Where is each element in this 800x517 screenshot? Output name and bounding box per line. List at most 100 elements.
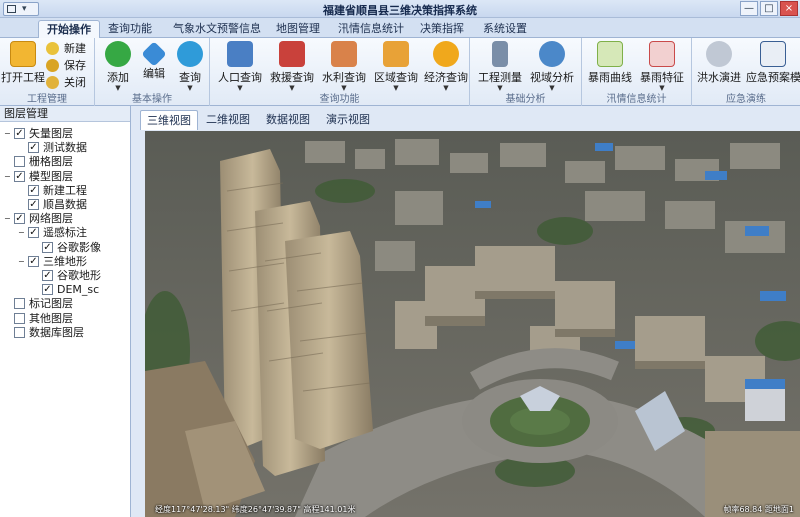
survey-button[interactable]: 工程测量 ▼ xyxy=(476,41,524,92)
rain-feature-button[interactable]: 暴雨特征 ▼ xyxy=(638,41,686,92)
layer-checkbox[interactable]: ✓ xyxy=(14,213,25,225)
window-title: 福建省顺昌县三维决策指挥系统 xyxy=(323,4,477,17)
query-button[interactable]: 查询 ▼ xyxy=(167,41,213,92)
add-icon xyxy=(105,41,131,67)
tab-data-view[interactable]: 数据视图 xyxy=(260,110,316,130)
layer-label: 模型图层 xyxy=(29,169,73,183)
line-chart-icon xyxy=(597,41,623,67)
tab-demo-view[interactable]: 演示视图 xyxy=(320,110,376,130)
yen-coin-icon xyxy=(433,41,459,67)
close-button[interactable]: × xyxy=(780,1,798,16)
view-tabs: 三维视图 二维视图 数据视图 演示视图 xyxy=(136,108,800,130)
layer-checkbox[interactable] xyxy=(14,156,25,168)
water-query-button[interactable]: 水利查询 ▼ xyxy=(320,41,368,92)
tab-3d-view[interactable]: 三维视图 xyxy=(140,110,198,130)
population-query-button[interactable]: 人口查询 ▼ xyxy=(216,41,264,92)
eye-icon xyxy=(539,41,565,67)
layer-label: 测试数据 xyxy=(43,141,87,155)
layer-label: 标记图层 xyxy=(29,297,73,311)
layer-checkbox[interactable] xyxy=(14,326,25,338)
document-icon xyxy=(760,41,786,67)
layer-checkbox[interactable]: ✓ xyxy=(14,170,25,182)
minimize-button[interactable]: — xyxy=(740,1,758,16)
3d-map-viewport[interactable]: 经度117°47'28.13" 纬度26°47'39.87" 高程141.01米… xyxy=(145,131,800,517)
expand-toggle-icon[interactable]: − xyxy=(18,254,27,269)
layer-panel: 图层管理 − ✓ 矢量图层 ✓ 测试数据 栅格图层 − ✓ 模型图层 ✓ 新建工程 ✓ 顺昌数据 − ✓ 网络… xyxy=(0,106,131,517)
framerate-readout: 帧率68.84 距地面1 xyxy=(723,505,794,514)
expand-toggle-icon[interactable]: − xyxy=(4,126,13,141)
layer-checkbox[interactable] xyxy=(14,312,25,324)
edit-icon xyxy=(141,41,167,67)
rescue-query-button[interactable]: 救援查询 ▼ xyxy=(268,41,316,92)
layer-label: 新建工程 xyxy=(43,183,87,197)
tab-map-management[interactable]: 地图管理 xyxy=(268,20,328,38)
tab-flood-stats[interactable]: 汛情信息统计 xyxy=(330,20,412,38)
layer-label: 三维地形 xyxy=(43,254,87,268)
flood-simulation-button[interactable]: 洪水演进 xyxy=(694,41,744,87)
flood-tools-icon xyxy=(706,41,732,67)
tab-system-settings[interactable]: 系统设置 xyxy=(475,20,535,38)
layer-checkbox[interactable]: ✓ xyxy=(42,270,53,281)
group-analysis: 工程测量 ▼ 视域分析 ▼ 基础分析 xyxy=(470,38,582,106)
tab-2d-view[interactable]: 二维视图 xyxy=(200,110,256,130)
layer-label: 数据库图层 xyxy=(29,325,84,339)
layer-checkbox[interactable] xyxy=(14,298,25,310)
close-project-button[interactable]: 关闭 xyxy=(46,74,86,91)
layer-label: 其他图层 xyxy=(29,311,73,325)
layer-checkbox[interactable]: ✓ xyxy=(28,255,39,267)
region-icon xyxy=(383,41,409,67)
compass-icon xyxy=(492,41,508,67)
open-project-button[interactable]: 打开工程 xyxy=(0,41,46,87)
group-project: 打开工程 新建 保存 关闭 工程管理 xyxy=(0,38,95,106)
emergency-plan-button[interactable]: 应急预案模 xyxy=(746,41,800,87)
water-conservancy-icon xyxy=(331,41,357,67)
group-emergency: 洪水演进 应急预案模 应急演练 xyxy=(692,38,800,106)
layer-label: 顺昌数据 xyxy=(43,198,87,211)
layer-panel-title: 图层管理 xyxy=(0,106,130,122)
save-icon xyxy=(46,59,59,72)
new-icon xyxy=(46,42,59,55)
layer-checkbox[interactable]: ✓ xyxy=(42,241,53,253)
layer-label: 网络图层 xyxy=(29,212,73,226)
layer-label: DEM_sc xyxy=(57,283,100,297)
layer-checkbox[interactable]: ✓ xyxy=(14,128,25,139)
expand-toggle-icon[interactable]: − xyxy=(4,211,13,226)
group-basic: 添加 ▼ 编辑 查询 ▼ 基本操作 xyxy=(95,38,210,106)
group-query: 人口查询 ▼ 救援查询 ▼ 水利查询 ▼ 区域查询 ▼ 经济查询 ▼ 查询功能 xyxy=(210,38,470,106)
layer-checkbox[interactable]: ✓ xyxy=(28,142,39,154)
layer-checkbox[interactable]: ✓ xyxy=(28,184,39,196)
tab-query[interactable]: 查询功能 xyxy=(100,20,160,38)
close-icon xyxy=(46,76,59,89)
layer-label: 遥感标注 xyxy=(43,226,87,240)
save-button[interactable]: 保存 xyxy=(46,57,86,74)
maximize-button[interactable]: □ xyxy=(760,1,778,16)
rescue-vehicle-icon xyxy=(279,41,305,67)
layer-checkbox[interactable]: ✓ xyxy=(28,199,39,210)
group-flood-stats: 暴雨曲线 暴雨特征 ▼ 汛情信息统计 xyxy=(582,38,692,106)
tab-start[interactable]: 开始操作 xyxy=(38,20,100,38)
new-button[interactable]: 新建 xyxy=(46,40,86,57)
population-icon xyxy=(227,41,253,67)
economy-query-button[interactable]: 经济查询 ▼ xyxy=(422,41,470,92)
expand-toggle-icon[interactable]: − xyxy=(18,225,27,240)
expand-toggle-icon[interactable]: − xyxy=(4,169,13,184)
rain-curve-button[interactable]: 暴雨曲线 xyxy=(586,41,634,87)
globe-search-icon xyxy=(177,41,203,67)
layer-checkbox[interactable]: ✓ xyxy=(42,284,53,296)
region-query-button[interactable]: 区域查询 ▼ xyxy=(372,41,420,92)
coordinate-readout: 经度117°47'28.13" 纬度26°47'39.87" 高程141.01米 xyxy=(155,505,356,514)
layer-label: 谷歌影像 xyxy=(57,240,101,254)
layer-label: 谷歌地形 xyxy=(57,269,101,282)
status-bar: 经度117°47'28.13" 纬度26°47'39.87" 高程141.01米… xyxy=(145,503,800,517)
bar-chart-icon xyxy=(649,41,675,67)
folder-icon xyxy=(10,41,36,67)
ribbon-tabs: 开始操作 查询功能 气象水文预警信息 地图管理 汛情信息统计 决策指挥 系统设置 xyxy=(0,18,800,38)
tab-decision-command[interactable]: 决策指挥 xyxy=(412,20,472,38)
layer-label: 矢量图层 xyxy=(29,127,73,140)
layer-label: 栅格图层 xyxy=(29,155,73,169)
tab-weather-warning[interactable]: 气象水文预警信息 xyxy=(165,20,269,38)
layer-checkbox[interactable]: ✓ xyxy=(28,227,39,239)
viewshed-button[interactable]: 视域分析 ▼ xyxy=(528,41,576,92)
title-bar: ▾ 福建省顺昌县三维决策指挥系统 — □ × xyxy=(0,0,800,18)
ribbon: 打开工程 新建 保存 关闭 工程管理 添加 ▼ 编辑 查询 ▼ 基本操作 人口查询 ▼… xyxy=(0,38,800,106)
